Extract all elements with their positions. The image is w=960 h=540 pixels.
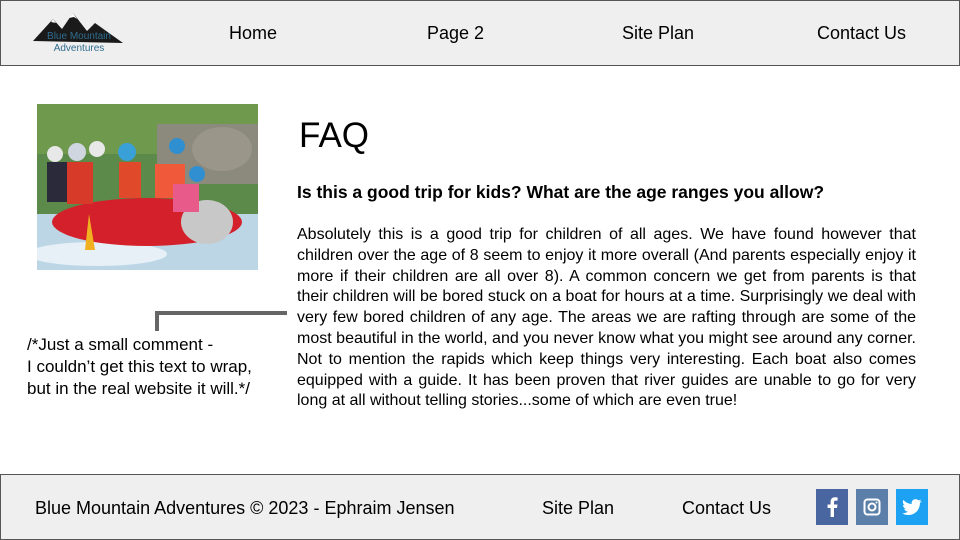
site-footer: Blue Mountain Adventures © 2023 - Ephrai… xyxy=(0,474,960,540)
designer-comment: /*Just a small comment - I couldn’t get … xyxy=(27,334,287,400)
nav-home[interactable]: Home xyxy=(229,22,277,44)
footer-site-plan-link[interactable]: Site Plan xyxy=(542,497,614,519)
comment-line-3: but in the real website it will.*/ xyxy=(27,379,250,398)
site-header: Blue Mountain Adventures Home Page 2 Sit… xyxy=(0,0,960,66)
logo-text: Blue Mountain Adventures xyxy=(47,31,111,54)
faq-answer: Absolutely this is a good trip for child… xyxy=(297,226,916,410)
twitter-icon[interactable] xyxy=(896,489,928,525)
comment-line-2: I couldn’t get this text to wrap, xyxy=(27,357,252,376)
facebook-icon[interactable] xyxy=(816,489,848,525)
nav-contact-us[interactable]: Contact Us xyxy=(817,22,906,44)
faq-question: Is this a good trip for kids? What are t… xyxy=(297,182,825,202)
comment-connector-line xyxy=(155,311,287,331)
rafting-photo xyxy=(27,104,258,270)
footer-copyright: Blue Mountain Adventures © 2023 - Ephrai… xyxy=(35,498,455,518)
instagram-icon[interactable] xyxy=(856,489,888,525)
nav-site-plan[interactable]: Site Plan xyxy=(622,22,694,44)
site-logo[interactable]: Blue Mountain Adventures xyxy=(29,7,129,59)
comment-line-1: /*Just a small comment - xyxy=(27,335,214,354)
nav-page-2[interactable]: Page 2 xyxy=(427,22,484,44)
page-title: FAQ xyxy=(299,116,370,155)
footer-contact-link[interactable]: Contact Us xyxy=(682,497,771,519)
